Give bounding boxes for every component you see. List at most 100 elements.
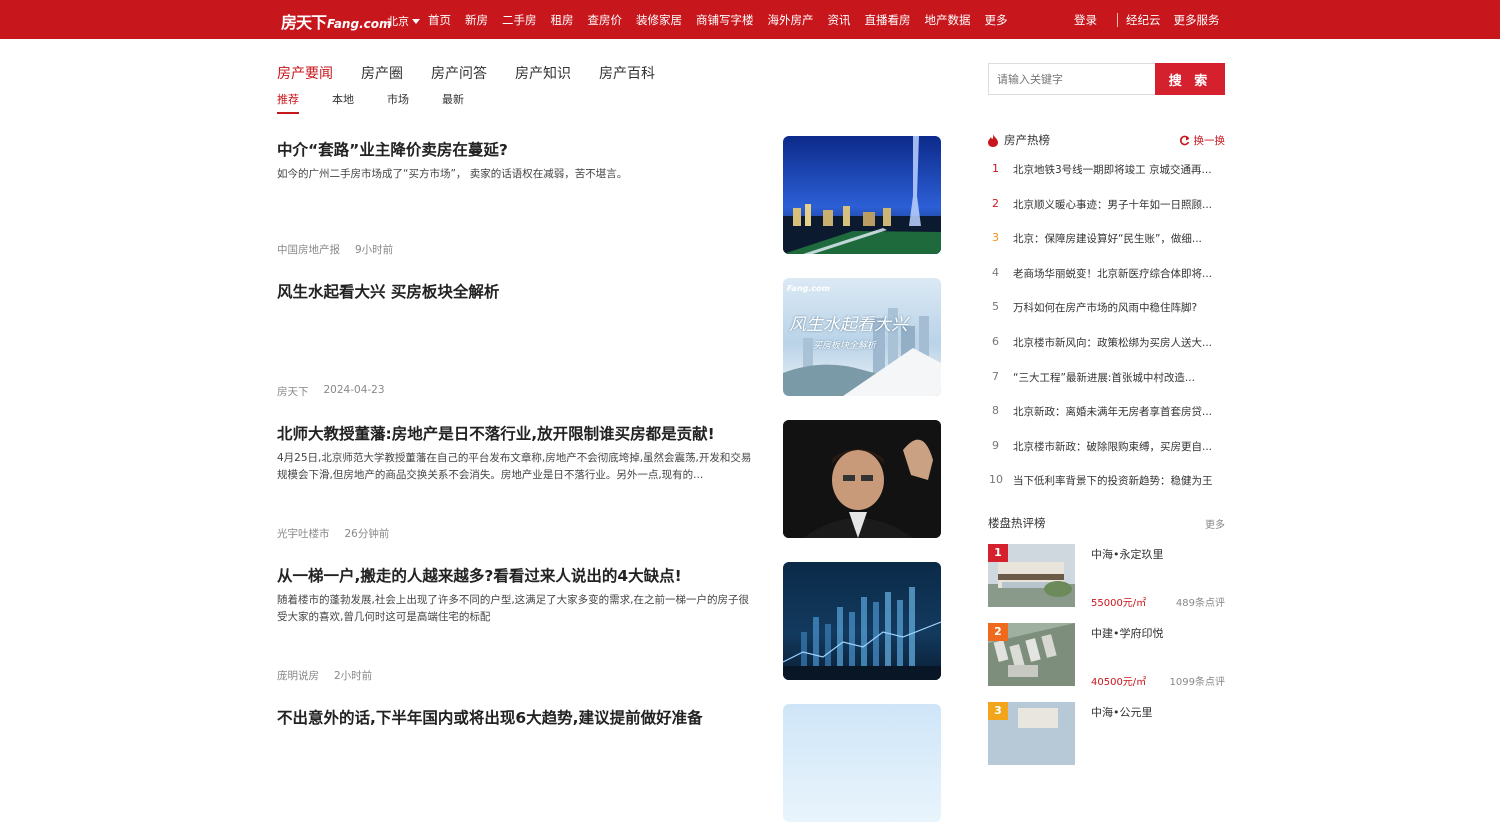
hot-list-item-text[interactable]: 北京楼市新政：破除限购束缚，买房更自... bbox=[1013, 439, 1225, 454]
article-time: 9小时前 bbox=[355, 244, 394, 256]
hot-list-item-text[interactable]: 北京地铁3号线一期即将竣工 京城交通再... bbox=[1013, 162, 1225, 177]
swap-label: 换一换 bbox=[1193, 134, 1226, 147]
hot-list-item[interactable]: 3 北京：保障房建设算好“民生账”，做细... bbox=[988, 231, 1225, 266]
nav-item-more[interactable]: 更多 bbox=[985, 12, 1008, 28]
search-input[interactable] bbox=[988, 63, 1155, 95]
rank-number: 5 bbox=[992, 300, 999, 314]
city-selector[interactable]: 北京 bbox=[387, 13, 420, 29]
logo-text-en: Fang.com bbox=[327, 17, 392, 31]
search-box: 搜 索 bbox=[988, 63, 1225, 95]
rank-badge: 3 bbox=[988, 702, 1008, 720]
article-title[interactable]: 北师大教授董藩:房地产是日不落行业,放开限制谁买房都是贡献! bbox=[277, 422, 715, 444]
nav-item-data[interactable]: 地产数据 bbox=[925, 12, 971, 28]
hot-list-item-text[interactable]: 老商场华丽蜕变！北京新医疗综合体即将... bbox=[1013, 266, 1225, 281]
property-item[interactable]: 2 中建•学府印悦 40500元/㎡ 1099条点评 bbox=[988, 623, 1225, 688]
hot-list-item[interactable]: 8 北京新政：离婚未满年无房者享首套房贷... bbox=[988, 404, 1225, 439]
tab-knowledge[interactable]: 房产知识 bbox=[515, 63, 571, 83]
property-image[interactable]: 3 bbox=[988, 702, 1075, 765]
article-summary: 4月25日,北京师范大学教授董藩在自己的平台发布文章称,房地产不会彻底垮掉,虽然… bbox=[277, 452, 752, 481]
property-image[interactable]: 1 bbox=[988, 544, 1075, 607]
hot-list-item-text[interactable]: 北京新政：离婚未满年无房者享首套房贷... bbox=[1013, 404, 1225, 419]
hot-list: 1 北京地铁3号线一期即将竣工 京城交通再... 2 北京顺义暖心事迹：男子十年如一… bbox=[988, 162, 1225, 508]
property-image[interactable]: 2 bbox=[988, 623, 1075, 686]
article-item[interactable]: 北师大教授董藩:房地产是日不落行业,放开限制谁买房都是贡献! 4月25日,北京师… bbox=[277, 420, 941, 540]
city-tower-night-image bbox=[783, 136, 941, 254]
more-services-link[interactable]: 更多服务 bbox=[1174, 12, 1220, 28]
hot-list-item[interactable]: 2 北京顺义暖心事迹：男子十年如一日照顾... bbox=[988, 197, 1225, 232]
article-title[interactable]: 从一梯一户,搬走的人越来越多?看看过来人说出的4大缺点! bbox=[277, 564, 682, 586]
rank-number: 4 bbox=[992, 265, 999, 279]
property-name[interactable]: 中海•公元里 bbox=[1091, 704, 1153, 720]
nav-item-news[interactable]: 资讯 bbox=[828, 12, 851, 28]
tab-qa[interactable]: 房产问答 bbox=[431, 63, 487, 83]
hot-list-item[interactable]: 1 北京地铁3号线一期即将竣工 京城交通再... bbox=[988, 162, 1225, 197]
hot-list-title-text: 房产热榜 bbox=[1004, 133, 1050, 147]
hot-list-item-text[interactable]: 当下低利率背景下的投资新趋势：稳健为王 bbox=[1013, 473, 1225, 488]
article-item[interactable]: 不出意外的话,下半年国内或将出现6大趋势,建议提前做好准备 bbox=[277, 704, 941, 824]
nav-item-price[interactable]: 查房价 bbox=[588, 12, 623, 28]
subtab-latest[interactable]: 最新 bbox=[442, 91, 464, 114]
site-logo[interactable]: 房天下 Fang.com bbox=[281, 9, 392, 33]
article-thumbnail[interactable] bbox=[783, 704, 941, 822]
hot-list-item[interactable]: 7 “三大工程”最新进展:首张城中村改造... bbox=[988, 370, 1225, 405]
category-tabs: 房产要闻 房产圈 房产问答 房产知识 房产百科 bbox=[277, 63, 683, 83]
hot-list-item-text[interactable]: 北京：保障房建设算好“民生账”，做细... bbox=[1013, 231, 1225, 246]
article-item[interactable]: 风生水起看大兴 买房板块全解析 房天下 2024-04-23 Fang.com … bbox=[277, 278, 941, 398]
hot-list-item-text[interactable]: 万科如何在房产市场的风雨中稳住阵脚? bbox=[1013, 300, 1225, 315]
property-reviews[interactable]: 1099条点评 bbox=[1170, 673, 1225, 688]
property-name[interactable]: 中建•学府印悦 bbox=[1091, 625, 1164, 641]
article-item[interactable]: 中介“套路”业主降价卖房在蔓延? 如今的广州二手房市场成了“买方市场”， 卖家的… bbox=[277, 136, 941, 256]
property-item[interactable]: 3 中海•公元里 bbox=[988, 702, 1225, 766]
hot-list-item-text[interactable]: 北京顺义暖心事迹：男子十年如一日照顾... bbox=[1013, 197, 1225, 212]
rank-number: 9 bbox=[992, 438, 999, 452]
article-thumbnail[interactable]: Fang.com 风生水起看大兴 买房板块全解析 bbox=[783, 278, 941, 396]
nav-item-live[interactable]: 直播看房 bbox=[865, 12, 911, 28]
article-source: 房天下 bbox=[277, 386, 309, 398]
city-label: 北京 bbox=[387, 15, 409, 28]
article-thumbnail[interactable] bbox=[783, 562, 941, 680]
header-right: 登录 经纪云 更多服务 bbox=[1074, 12, 1220, 28]
nav-item-decoration[interactable]: 装修家居 bbox=[636, 12, 682, 28]
article-item[interactable]: 从一梯一户,搬走的人越来越多?看看过来人说出的4大缺点! 随着楼市的蓬勃发展,社… bbox=[277, 562, 941, 682]
hot-list-item[interactable]: 10 当下低利率背景下的投资新趋势：稳健为王 bbox=[988, 473, 1225, 508]
speaker-photo-image bbox=[783, 420, 941, 538]
agent-link[interactable]: 经纪云 bbox=[1126, 12, 1161, 28]
eval-list-title: 楼盘热评榜 bbox=[988, 516, 1046, 530]
nav-item-home[interactable]: 首页 bbox=[428, 12, 451, 28]
subtab-local[interactable]: 本地 bbox=[332, 91, 354, 114]
hot-list-item[interactable]: 4 老商场华丽蜕变！北京新医疗综合体即将... bbox=[988, 266, 1225, 301]
sub-tabs: 推荐 本地 市场 最新 bbox=[277, 91, 497, 114]
thumb-title: 风生水起看大兴 bbox=[789, 315, 908, 335]
article-title[interactable]: 风生水起看大兴 买房板块全解析 bbox=[277, 280, 499, 302]
hot-list-item[interactable]: 9 北京楼市新政：破除限购束缚，买房更自... bbox=[988, 439, 1225, 474]
article-thumbnail[interactable] bbox=[783, 420, 941, 538]
subtab-market[interactable]: 市场 bbox=[387, 91, 409, 114]
article-title[interactable]: 中介“套路”业主降价卖房在蔓延? bbox=[277, 138, 508, 160]
article-source: 中国房地产报 bbox=[277, 244, 340, 256]
property-item[interactable]: 1 中海•永定玖里 55000元/㎡ 489条点评 bbox=[988, 544, 1225, 609]
nav-item-overseas[interactable]: 海外房产 bbox=[768, 12, 814, 28]
tab-news[interactable]: 房产要闻 bbox=[277, 63, 333, 83]
nav-item-rent[interactable]: 租房 bbox=[551, 12, 574, 28]
hot-list-item-text[interactable]: “三大工程”最新进展:首张城中村改造... bbox=[1013, 370, 1225, 385]
tab-encyclopedia[interactable]: 房产百科 bbox=[599, 63, 655, 83]
article-thumbnail[interactable] bbox=[783, 136, 941, 254]
hot-list-item[interactable]: 5 万科如何在房产市场的风雨中稳住阵脚? bbox=[988, 300, 1225, 335]
eval-more-link[interactable]: 更多 bbox=[1205, 516, 1225, 531]
nav-item-commercial[interactable]: 商铺写字楼 bbox=[696, 12, 754, 28]
nav-item-second-hand[interactable]: 二手房 bbox=[502, 12, 537, 28]
subtab-recommend[interactable]: 推荐 bbox=[277, 91, 299, 114]
rank-badge: 1 bbox=[988, 544, 1008, 562]
hot-list-item[interactable]: 6 北京楼市新风向：政策松绑为买房人送大... bbox=[988, 335, 1225, 370]
property-reviews[interactable]: 489条点评 bbox=[1176, 594, 1225, 609]
login-link[interactable]: 登录 bbox=[1074, 12, 1097, 28]
hot-list-item-text[interactable]: 北京楼市新风向：政策松绑为买房人送大... bbox=[1013, 335, 1225, 350]
tab-circle[interactable]: 房产圈 bbox=[361, 63, 403, 83]
thumb-logo: Fang.com bbox=[787, 284, 830, 293]
flame-icon bbox=[988, 133, 998, 147]
property-name[interactable]: 中海•永定玖里 bbox=[1091, 546, 1164, 562]
nav-item-new-house[interactable]: 新房 bbox=[465, 12, 488, 28]
article-meta: 光宇吐楼市 26分钟前 bbox=[277, 526, 389, 541]
search-button[interactable]: 搜 索 bbox=[1155, 63, 1225, 95]
swap-button[interactable]: 换一换 bbox=[1179, 133, 1226, 148]
